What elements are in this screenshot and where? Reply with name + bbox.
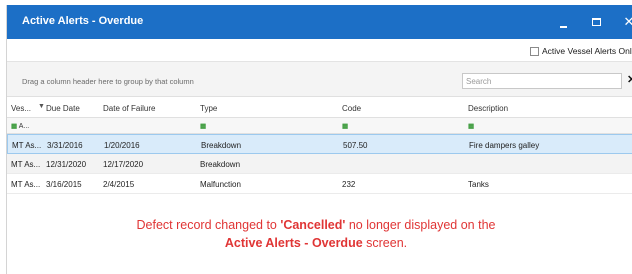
filter-icon: ▦ bbox=[200, 123, 207, 130]
cell-due-date: 3/31/2016 bbox=[47, 141, 83, 150]
maximize-button[interactable] bbox=[587, 12, 607, 32]
search-input[interactable]: Search bbox=[462, 73, 622, 89]
cell-type: Breakdown bbox=[201, 141, 242, 150]
grid-header: Ves... ▼ Due Date Date of Failure Type C… bbox=[7, 98, 632, 118]
table-row[interactable]: MT As... 12/31/2020 12/17/2020 Breakdown bbox=[7, 154, 632, 174]
cell-vessel: MT As... bbox=[11, 160, 41, 169]
cell-date-of-failure: 1/20/2016 bbox=[104, 141, 140, 150]
close-button[interactable]: ✕ bbox=[619, 12, 632, 32]
filter-cell-description[interactable]: ▦ bbox=[468, 122, 474, 130]
screen-name-highlight: Active Alerts - Overdue bbox=[224, 236, 363, 250]
search-placeholder: Search bbox=[466, 77, 492, 86]
active-vessel-checkbox[interactable] bbox=[530, 47, 539, 56]
column-header-type[interactable]: Type bbox=[200, 104, 217, 113]
search-clear-icon[interactable]: ✕ bbox=[627, 73, 632, 86]
minimize-icon bbox=[560, 26, 567, 28]
maximize-icon bbox=[592, 18, 601, 26]
annotation-line-1: Defect record changed to 'Cancelled' no … bbox=[136, 218, 496, 232]
alerts-window: Active Alerts - Overdue ✕ Active Vessel … bbox=[6, 5, 632, 274]
cell-due-date: 12/31/2020 bbox=[46, 160, 87, 169]
cell-due-date: 3/16/2015 bbox=[46, 180, 82, 189]
cell-description: Fire dampers galley bbox=[469, 141, 540, 150]
group-panel: Drag a column header here to group by th… bbox=[7, 62, 632, 97]
cell-description: Tanks bbox=[468, 180, 489, 189]
alerts-grid: Ves... ▼ Due Date Date of Failure Type C… bbox=[7, 98, 632, 194]
filter-cell-code[interactable]: ▦ bbox=[342, 122, 348, 130]
filter-icon: ▦ bbox=[11, 123, 18, 130]
column-header-vessel[interactable]: Ves... bbox=[11, 104, 31, 113]
filter-pin-icon[interactable]: ▼ bbox=[38, 103, 45, 110]
cell-code: 232 bbox=[342, 180, 356, 189]
group-hint: Drag a column header here to group by th… bbox=[22, 77, 194, 86]
cell-vessel: MT As... bbox=[11, 180, 41, 189]
filter-cell-vessel[interactable]: ▦ A... bbox=[11, 122, 29, 130]
column-header-description[interactable]: Description bbox=[468, 104, 508, 113]
cell-date-of-failure: 2/4/2015 bbox=[103, 180, 135, 189]
cell-type: Breakdown bbox=[200, 160, 241, 169]
title-bar: Active Alerts - Overdue ✕ bbox=[7, 5, 632, 39]
cell-type: Malfunction bbox=[200, 180, 241, 189]
column-header-code[interactable]: Code bbox=[342, 104, 361, 113]
column-header-date-of-failure[interactable]: Date of Failure bbox=[103, 104, 155, 113]
options-bar: Active Vessel Alerts Onl bbox=[7, 39, 632, 62]
active-vessel-label[interactable]: Active Vessel Alerts Onl bbox=[542, 46, 632, 56]
window-title: Active Alerts - Overdue bbox=[22, 15, 144, 27]
table-row[interactable]: MT As... 3/31/2016 1/20/2016 Breakdown 5… bbox=[7, 134, 632, 154]
filter-icon: ▦ bbox=[342, 123, 349, 130]
filter-icon: ▦ bbox=[468, 123, 475, 130]
minimize-button[interactable] bbox=[554, 12, 574, 32]
close-icon: ✕ bbox=[623, 14, 632, 29]
cell-code: 507.50 bbox=[343, 141, 368, 150]
filter-cell-type[interactable]: ▦ bbox=[200, 122, 206, 130]
cell-vessel: MT As... bbox=[12, 141, 42, 150]
column-header-due-date[interactable]: Due Date bbox=[46, 104, 80, 113]
cell-date-of-failure: 12/17/2020 bbox=[103, 160, 144, 169]
table-row[interactable]: MT As... 3/16/2015 2/4/2015 Malfunction … bbox=[7, 174, 632, 194]
annotation-line-2: Active Alerts - Overdue screen. bbox=[224, 236, 408, 250]
cancelled-highlight: 'Cancelled' bbox=[280, 218, 346, 232]
filter-row: ▦ A... ▦ ▦ ▦ bbox=[7, 118, 632, 134]
